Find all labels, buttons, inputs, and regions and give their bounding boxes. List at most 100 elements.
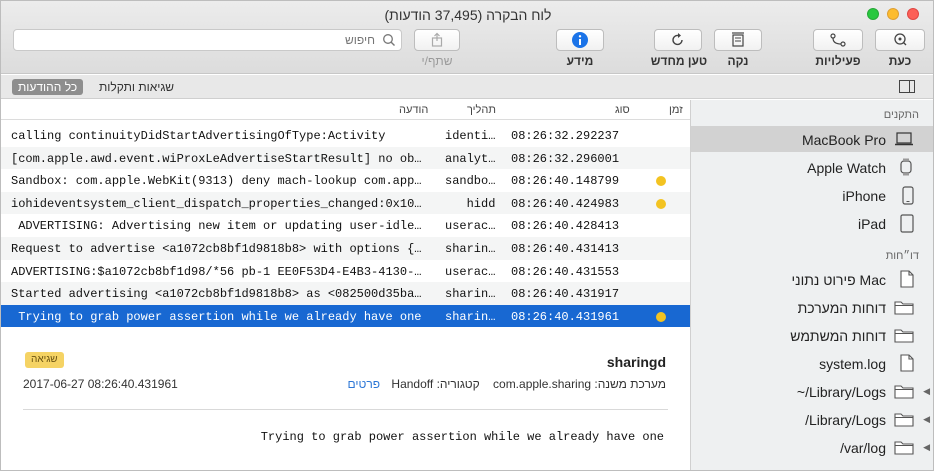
log-message: Started advertising <a1072cb8bf1d9818b8>… bbox=[11, 287, 422, 302]
log-time: 08:26:40.431553 bbox=[511, 264, 620, 279]
crosshair-icon bbox=[894, 33, 907, 46]
sidebar-item-label: /Library/Logs bbox=[805, 412, 886, 428]
log-time: 08:26:40.431917 bbox=[511, 287, 620, 302]
detail-meta: מערכת משנה: com.apple.sharing קטגוריה: H… bbox=[348, 377, 667, 391]
reload-icon bbox=[672, 33, 683, 46]
log-rows: calling continuityDidStartAdvertisingOfT… bbox=[1, 124, 690, 328]
iphone-icon bbox=[902, 186, 914, 205]
filter-errors-faults[interactable]: שגיאות ותקלות bbox=[99, 80, 174, 94]
log-list-pane: זמן סוג תהליך הודעה calling continuityDi… bbox=[1, 100, 690, 470]
share-icon bbox=[431, 32, 443, 47]
column-header-type[interactable]: סוג bbox=[615, 104, 630, 116]
sidebar-item-label: פירוט נתוני Mac bbox=[791, 272, 886, 288]
column-headers: זמן סוג תהליך הודעה bbox=[1, 100, 690, 120]
sidebar-item-system-log[interactable]: system.log bbox=[691, 350, 933, 376]
document-icon bbox=[900, 354, 914, 372]
laptop-icon bbox=[895, 132, 913, 146]
log-row[interactable]: Request to advertise <a1072cb8bf1d9818b8… bbox=[1, 236, 690, 260]
search-field[interactable] bbox=[13, 29, 402, 51]
log-row[interactable]: Started advertising <a1072cb8bf1d9818b8>… bbox=[1, 282, 690, 305]
detail-category: קטגוריה: Handoff bbox=[391, 377, 480, 391]
log-process: sharin… bbox=[445, 287, 495, 302]
close-window-button[interactable] bbox=[907, 8, 919, 20]
log-process: hidd bbox=[445, 196, 495, 211]
log-process: sharin… bbox=[445, 309, 495, 324]
log-message: Sandbox: com.apple.WebKit(9313) deny mac… bbox=[11, 174, 422, 189]
log-message: iohideventsystem_client_dispatch_propert… bbox=[11, 196, 422, 211]
log-row[interactable]: calling continuityDidStartAdvertisingOfT… bbox=[1, 124, 690, 147]
log-row[interactable]: ADVERTISING:$a1072cb8bf1d98/*56 pb-1 EE0… bbox=[1, 260, 690, 283]
detail-subsystem: מערכת משנה: com.apple.sharing bbox=[493, 377, 666, 391]
sidebar-item-iphone[interactable]: iPhone bbox=[691, 182, 933, 208]
now-label: כעת bbox=[888, 54, 912, 68]
info-button[interactable] bbox=[556, 29, 604, 51]
folder-icon bbox=[894, 441, 914, 455]
document-icon bbox=[900, 270, 914, 288]
now-button[interactable] bbox=[875, 29, 925, 51]
log-message: ADVERTISING: Advertising new item or upd… bbox=[11, 219, 422, 234]
minimize-window-button[interactable] bbox=[887, 8, 899, 20]
disclosure-triangle-icon[interactable]: ◀ bbox=[923, 414, 930, 425]
sidebar-item-label: iPhone bbox=[842, 188, 886, 204]
folder-icon bbox=[894, 385, 914, 399]
details-link[interactable]: פרטים bbox=[348, 377, 381, 391]
sidebar-item-library-logs[interactable]: /Library/Logs ◀ bbox=[691, 406, 933, 432]
info-icon bbox=[572, 32, 588, 48]
sidebar: התקנים MacBook Pro Apple Watch iPhone iP… bbox=[690, 100, 933, 470]
log-time: 08:26:40.424983 bbox=[511, 196, 620, 211]
log-row-selected[interactable]: Trying to grab power assertion while we … bbox=[1, 304, 690, 328]
disclosure-triangle-icon[interactable]: ◀ bbox=[923, 386, 930, 397]
disclosure-triangle-icon[interactable]: ◀ bbox=[923, 442, 930, 453]
sidebar-item-label: ~/Library/Logs bbox=[796, 384, 886, 400]
watch-icon bbox=[900, 158, 912, 176]
share-button[interactable] bbox=[414, 29, 460, 51]
error-dot-icon bbox=[656, 176, 666, 187]
sidebar-item-var-log[interactable]: /var/log ◀ bbox=[691, 434, 933, 460]
sidebar-item-user-reports[interactable]: דוחות המשתמש bbox=[691, 322, 933, 348]
log-row[interactable]: Sandbox: com.apple.WebKit(9313) deny mac… bbox=[1, 169, 690, 192]
log-time: 08:26:32.296001 bbox=[511, 151, 620, 166]
activities-button[interactable] bbox=[813, 29, 863, 51]
search-input[interactable] bbox=[20, 32, 375, 48]
log-row[interactable]: [com.apple.awd.event.wiProxLeAdvertiseSt… bbox=[1, 146, 690, 170]
error-badge: שגיאה bbox=[25, 352, 64, 368]
clear-icon bbox=[732, 32, 744, 47]
log-time: 08:26:40.431413 bbox=[511, 241, 620, 256]
sidebar-item-label: דוחות המשתמש bbox=[790, 328, 886, 344]
detail-timestamp: 2017-06-27 08:26:40.431961 bbox=[23, 377, 178, 391]
log-time: 08:26:32.292237 bbox=[511, 129, 620, 143]
log-message: calling continuityDidStartAdvertisingOfT… bbox=[11, 129, 386, 143]
log-message: [com.apple.awd.event.wiProxLeAdvertiseSt… bbox=[11, 151, 422, 166]
column-header-process[interactable]: תהליך bbox=[467, 104, 496, 116]
window-controls bbox=[867, 8, 919, 20]
sidebar-item-apple-watch[interactable]: Apple Watch bbox=[691, 154, 933, 180]
sidebar-item-user-library-logs[interactable]: ~/Library/Logs ◀ bbox=[691, 378, 933, 404]
sidebar-item-ipad[interactable]: iPad bbox=[691, 210, 933, 236]
filter-all-messages[interactable]: כל ההודעות bbox=[12, 79, 84, 95]
sidebar-item-mac-analytics[interactable]: פירוט נתוני Mac bbox=[691, 266, 933, 292]
zoom-window-button[interactable] bbox=[867, 8, 879, 20]
error-dot-icon bbox=[656, 198, 666, 209]
sidebar-item-system-reports[interactable]: דוחות המערכת bbox=[691, 294, 933, 320]
sidebar-item-label: iPad bbox=[857, 216, 886, 232]
console-window: לוח הבקרה (37,495 הודעות) כעת פעילויות נ… bbox=[0, 0, 934, 471]
activities-label: פעילויות bbox=[815, 54, 861, 68]
log-message: Trying to grab power assertion while we … bbox=[11, 309, 422, 324]
clear-button[interactable] bbox=[714, 29, 762, 51]
log-process: sharin… bbox=[445, 241, 495, 256]
log-row[interactable]: ADVERTISING: Advertising new item or upd… bbox=[1, 214, 690, 237]
activities-icon bbox=[830, 33, 846, 47]
detail-message: Trying to grab power assertion while we … bbox=[260, 430, 664, 444]
reload-button[interactable] bbox=[654, 29, 702, 51]
column-header-time[interactable]: זמן bbox=[669, 104, 683, 116]
sidebar-item-label: /var/log bbox=[840, 440, 886, 456]
log-process: userac… bbox=[445, 219, 495, 234]
window-title: לוח הבקרה (37,495 הודעות) bbox=[384, 7, 552, 23]
sidebar-item-macbook-pro[interactable]: MacBook Pro bbox=[691, 126, 933, 152]
log-process: sandbo… bbox=[445, 174, 495, 189]
log-row[interactable]: iohideventsystem_client_dispatch_propert… bbox=[1, 191, 690, 215]
column-header-message[interactable]: הודעה bbox=[399, 104, 428, 116]
log-time: 08:26:40.148799 bbox=[511, 174, 620, 189]
sidebar-toggle-icon[interactable] bbox=[899, 80, 915, 93]
error-dot-icon bbox=[656, 311, 666, 322]
